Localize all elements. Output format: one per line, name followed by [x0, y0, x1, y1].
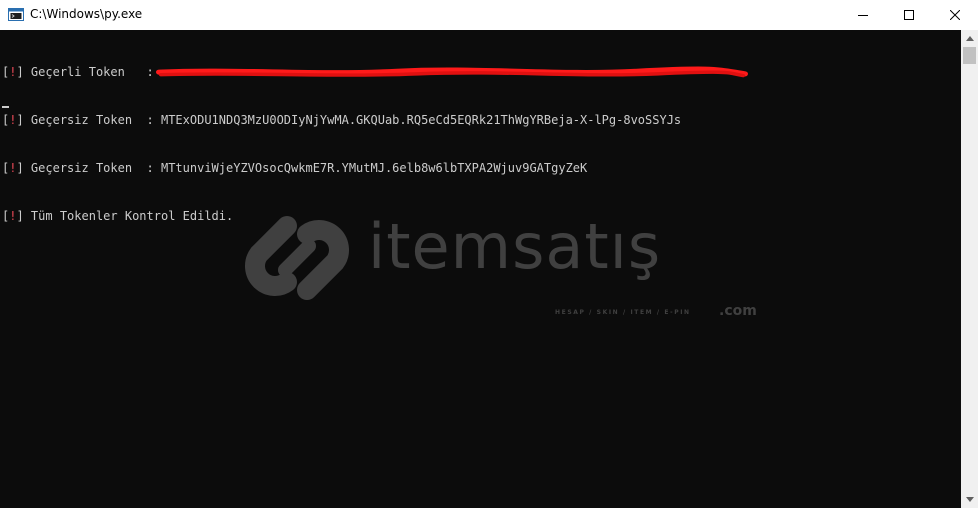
text-cursor [2, 106, 9, 108]
vertical-scrollbar[interactable] [961, 30, 978, 508]
arrow-up-icon [965, 36, 974, 41]
watermark-tagline: HESAP / SKIN / ITEM / E-PIN [555, 309, 691, 316]
line-label: Geçersiz Token : [23, 161, 161, 175]
console-line: [!] Geçersiz Token : MTtunviWjeYZVOsocQw… [2, 160, 681, 176]
scroll-down-button[interactable] [961, 491, 978, 508]
bracket-close: ] [16, 113, 24, 127]
line-label: Geçerli Token : [23, 65, 161, 79]
token-value: MTtunviWjeYZVOsocQwkmE7R.YMutMJ.6elb8w6l… [160, 161, 588, 175]
close-button[interactable] [932, 0, 978, 30]
bracket-close: ] [16, 65, 24, 79]
console-window: C:\Windows\py.exe itemsatış HESAP / SKIN… [0, 0, 978, 508]
arrow-down-icon [965, 497, 974, 502]
watermark-domain: .com [719, 303, 757, 319]
minimize-button[interactable] [840, 0, 886, 30]
redaction-scribble [155, 66, 748, 78]
minimize-icon [858, 15, 868, 16]
line-label: Tüm Tokenler Kontrol Edildi. [23, 209, 234, 223]
console-output[interactable]: itemsatış HESAP / SKIN / ITEM / E-PIN .c… [0, 30, 961, 508]
window-title: C:\Windows\py.exe [30, 7, 143, 21]
console-lines: [!] Geçerli Token : [!] Geçersiz Token :… [2, 32, 748, 256]
scroll-up-button[interactable] [961, 30, 978, 47]
bracket-close: ] [16, 161, 24, 175]
close-icon [950, 10, 960, 20]
console-line: [!] Geçersiz Token : MTExODU1NDQ3MzU0ODI… [2, 112, 681, 128]
redacted-token [155, 64, 748, 80]
line-label: Geçersiz Token : [23, 113, 161, 127]
maximize-button[interactable] [886, 0, 932, 30]
token-value: MTExODU1NDQ3MzU0ODIyNjYwMA.GKQUab.RQ5eCd… [160, 113, 682, 127]
console-line: [!] Tüm Tokenler Kontrol Edildi. [2, 208, 681, 224]
bracket-close: ] [16, 209, 24, 223]
console-line: [!] Geçerli Token : [2, 64, 748, 80]
console-window-icon[interactable] [8, 7, 24, 23]
maximize-icon [904, 10, 914, 20]
scrollbar-thumb[interactable] [963, 47, 976, 64]
title-bar[interactable]: C:\Windows\py.exe [0, 0, 978, 30]
